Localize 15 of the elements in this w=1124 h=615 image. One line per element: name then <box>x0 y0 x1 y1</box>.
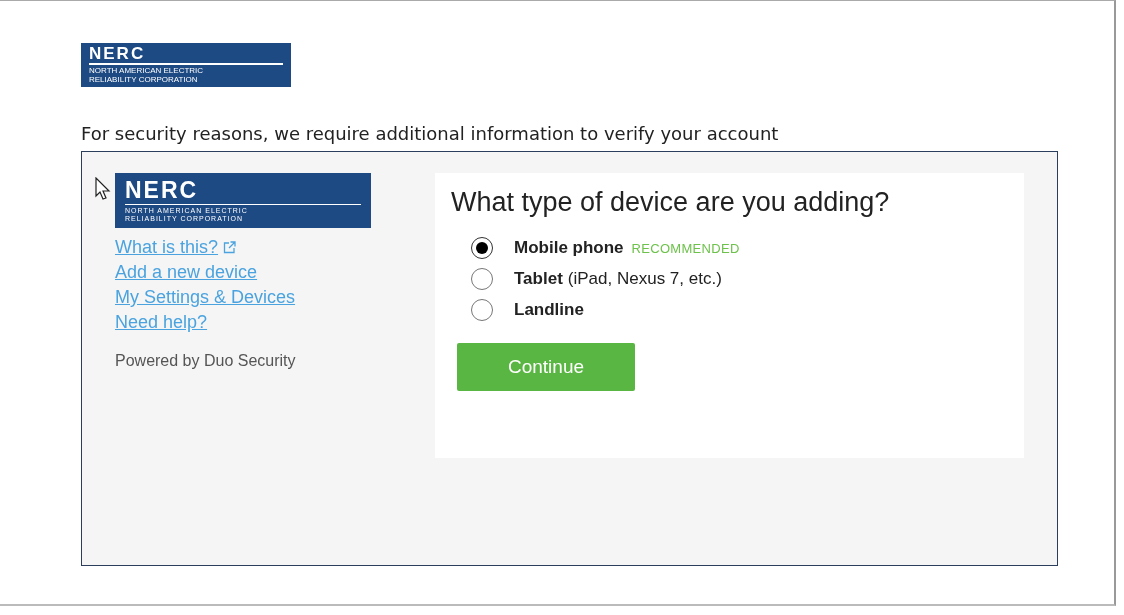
sidebar-link[interactable]: Add a new device <box>115 262 258 283</box>
sidebar-link[interactable]: What is this? <box>115 237 219 258</box>
sidebar-link[interactable]: Need help? <box>115 312 208 333</box>
option-label: Landline <box>514 300 584 320</box>
nerc-logo: NERC NORTH AMERICAN ELECTRIC RELIABILITY CORPORATION <box>81 43 291 87</box>
mouse-cursor-icon <box>95 177 111 201</box>
recommended-label: RECOMMENDED <box>631 240 740 256</box>
external-link-icon <box>223 241 237 254</box>
card-title: What type of device are you adding? <box>451 186 891 219</box>
powered-by-text: Powered by Duo Security <box>115 352 297 370</box>
option-label: Mobile phone <box>514 238 624 258</box>
continue-button[interactable]: Continue <box>457 343 635 391</box>
intro-text: For security reasons, we require additional information to verify your account <box>81 122 780 146</box>
option-label: Tablet (iPad, Nexus 7, etc.) <box>514 269 722 289</box>
sidebar-link[interactable]: My Settings & Devices <box>115 287 296 308</box>
